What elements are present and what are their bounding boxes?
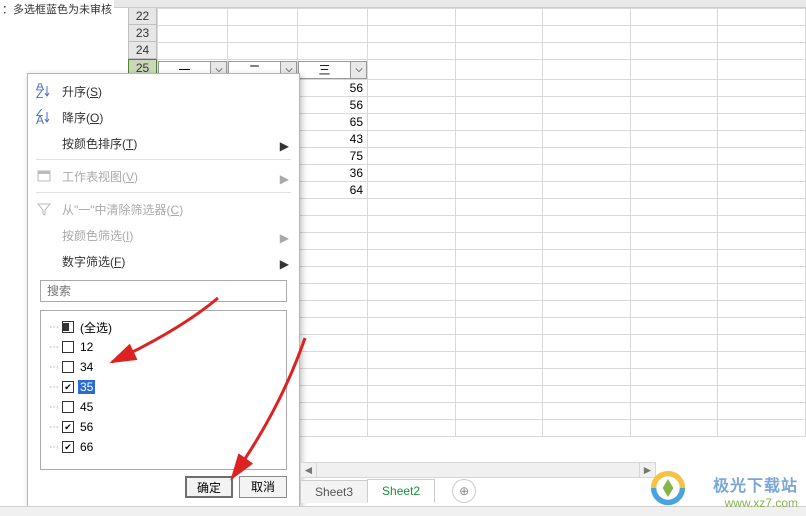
clear-filter: 从"一"中清除筛选器(C) bbox=[28, 196, 299, 222]
filter-item[interactable]: ⋯45 bbox=[49, 397, 278, 417]
sort-by-color[interactable]: 按颜色排序(T) ▶ bbox=[28, 130, 299, 156]
checkbox-checked-icon[interactable] bbox=[62, 421, 74, 433]
status-bar bbox=[0, 506, 806, 516]
sheet-view: 工作表视图(V) ▶ bbox=[28, 163, 299, 189]
checkbox-icon[interactable] bbox=[62, 401, 74, 413]
menu-label: 按颜色筛选(I) bbox=[62, 227, 133, 244]
chevron-right-icon: ▶ bbox=[280, 139, 289, 153]
cell[interactable]: 56 bbox=[298, 97, 368, 114]
row-header[interactable]: 22 bbox=[128, 8, 157, 25]
menu-label: 升序(S) bbox=[62, 83, 102, 100]
column-filter-3[interactable]: 三 bbox=[298, 61, 367, 79]
chevron-right-icon: ▶ bbox=[280, 231, 289, 245]
add-sheet-button[interactable]: ⊕ bbox=[452, 479, 476, 503]
tab-sheet3[interactable]: Sheet3 bbox=[300, 480, 368, 503]
menu-label: 按颜色排序(T) bbox=[62, 135, 137, 152]
filter-menu: AZ 升序(S) ZA 降序(O) 按颜色排序(T) ▶ 工作表视图(V) ▶ … bbox=[27, 73, 300, 509]
row-header[interactable]: 23 bbox=[128, 25, 157, 42]
menu-label: 降序(O) bbox=[62, 109, 103, 126]
checkbox-checked-icon[interactable] bbox=[62, 381, 74, 393]
cell[interactable]: 65 bbox=[298, 114, 368, 131]
scroll-left-icon[interactable]: ◄ bbox=[301, 463, 317, 477]
horizontal-scrollbar[interactable]: ◄ ► bbox=[300, 462, 656, 478]
cell[interactable]: 64 bbox=[298, 182, 368, 199]
cell[interactable]: 43 bbox=[298, 131, 368, 148]
chevron-down-icon[interactable] bbox=[350, 62, 366, 78]
checkbox-icon[interactable] bbox=[62, 341, 74, 353]
clear-filter-icon bbox=[36, 201, 52, 217]
number-filters[interactable]: 数字筛选(F) ▶ bbox=[28, 248, 299, 274]
cell[interactable]: 36 bbox=[298, 165, 368, 182]
filter-item[interactable]: ⋯66 bbox=[49, 437, 278, 457]
svg-text:A: A bbox=[36, 113, 44, 125]
filter-item[interactable]: ⋯56 bbox=[49, 417, 278, 437]
sort-asc-icon: AZ bbox=[36, 83, 52, 99]
svg-text:Z: Z bbox=[36, 87, 43, 99]
column-label: 三 bbox=[299, 61, 350, 78]
item-label: 34 bbox=[78, 360, 95, 374]
watermark: 极光下载站 www.xz7.com bbox=[713, 472, 798, 510]
top-note: ：多选框蓝色为未审核 bbox=[0, 0, 114, 18]
item-label: 66 bbox=[78, 440, 95, 454]
watermark-url: www.xz7.com bbox=[713, 496, 798, 510]
filter-item[interactable]: ⋯12 bbox=[49, 337, 278, 357]
filter-values-tree[interactable]: ⋯ (全选) ⋯12 ⋯34 ⋯35 ⋯45 ⋯56 ⋯66 bbox=[40, 310, 287, 470]
watermark-logo-icon bbox=[650, 470, 686, 506]
row-header[interactable]: 24 bbox=[128, 42, 157, 59]
sort-desc-icon: ZA bbox=[36, 109, 52, 125]
sheet-view-icon bbox=[36, 168, 52, 184]
chevron-right-icon: ▶ bbox=[280, 172, 289, 186]
item-label: 45 bbox=[78, 400, 95, 414]
sort-ascending[interactable]: AZ 升序(S) bbox=[28, 78, 299, 104]
sort-descending[interactable]: ZA 降序(O) bbox=[28, 104, 299, 130]
ok-button[interactable]: 确定 bbox=[185, 476, 233, 498]
cell[interactable]: 75 bbox=[298, 148, 368, 165]
sheet-tabs: Sheet3 Sheet2 ⊕ bbox=[300, 478, 476, 504]
watermark-title: 极光下载站 bbox=[713, 472, 798, 496]
chevron-right-icon: ▶ bbox=[280, 257, 289, 271]
cancel-button[interactable]: 取消 bbox=[239, 476, 287, 498]
cell[interactable]: 56 bbox=[298, 80, 368, 97]
item-label: (全选) bbox=[78, 319, 114, 336]
search-input[interactable] bbox=[40, 280, 287, 302]
tab-sheet2[interactable]: Sheet2 bbox=[367, 479, 435, 503]
item-label: 56 bbox=[78, 420, 95, 434]
filter-by-color: 按颜色筛选(I) ▶ bbox=[28, 222, 299, 248]
item-label: 12 bbox=[78, 340, 95, 354]
menu-label: 数字筛选(F) bbox=[62, 253, 125, 270]
filter-item-selected[interactable]: ⋯35 bbox=[49, 377, 278, 397]
checkbox-indeterminate-icon[interactable] bbox=[62, 321, 74, 333]
checkbox-checked-icon[interactable] bbox=[62, 441, 74, 453]
row-headers: 22 23 24 25 bbox=[128, 8, 157, 76]
select-all-item[interactable]: ⋯ (全选) bbox=[49, 317, 278, 337]
item-label: 35 bbox=[78, 380, 95, 394]
filter-item[interactable]: ⋯34 bbox=[49, 357, 278, 377]
menu-label: 工作表视图(V) bbox=[62, 168, 138, 185]
checkbox-icon[interactable] bbox=[62, 361, 74, 373]
menu-label: 从"一"中清除筛选器(C) bbox=[62, 201, 183, 218]
